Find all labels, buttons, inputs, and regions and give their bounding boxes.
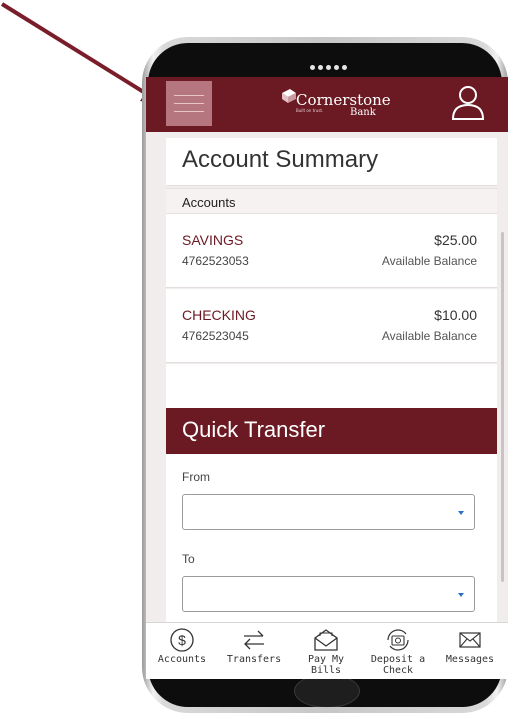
accounts-header: Accounts: [166, 188, 497, 214]
phone-frame: Cornerstone Built on trust. Bank Account…: [142, 37, 508, 713]
page-title: Account Summary: [182, 146, 379, 173]
svg-text:$: $: [178, 632, 186, 648]
tab-label: Transfers: [226, 654, 282, 665]
bill-envelope-icon: [314, 629, 338, 651]
bank-logo: Cornerstone Built on trust. Bank: [280, 87, 391, 121]
bottom-tab-bar: $ Accounts Transfers Pay My Bills Deposi…: [146, 622, 508, 679]
main-content: Account Summary Accounts SAVINGS 4762523…: [146, 132, 508, 622]
account-name[interactable]: CHECKING: [182, 307, 256, 323]
account-row-checking[interactable]: CHECKING 4762523045 $10.00 Available Bal…: [166, 289, 497, 363]
to-select[interactable]: [182, 576, 475, 612]
tab-deposit-check[interactable]: Deposit a Check: [362, 623, 434, 679]
account-name[interactable]: SAVINGS: [182, 232, 243, 248]
heading-fragment: [220, 0, 340, 8]
screenshot: Cornerstone Built on trust. Bank Account…: [0, 0, 517, 719]
accounts-header-label: Accounts: [182, 195, 236, 210]
quick-transfer-form: From To: [166, 454, 497, 622]
app-header: Cornerstone Built on trust. Bank: [146, 77, 508, 132]
brand-tagline: Built on trust.: [296, 108, 324, 113]
tab-messages[interactable]: Messages: [434, 623, 506, 679]
scrollbar[interactable]: [501, 232, 504, 582]
transfer-arrows-icon: [244, 630, 264, 650]
from-select[interactable]: [182, 494, 475, 530]
chevron-down-icon: [458, 593, 464, 597]
tab-label: Pay My Bills: [307, 654, 345, 676]
quick-transfer-header: Quick Transfer: [166, 408, 497, 454]
account-number: 4762523053: [182, 254, 249, 268]
quick-transfer-title: Quick Transfer: [182, 417, 326, 442]
tab-label: Messages: [445, 654, 495, 665]
account-row-savings[interactable]: SAVINGS 4762523053 $25.00 Available Bala…: [166, 214, 497, 288]
from-label: From: [182, 470, 210, 484]
to-label: To: [182, 552, 195, 566]
brand-sub: Bank: [350, 107, 376, 118]
tab-transfers[interactable]: Transfers: [218, 623, 290, 679]
balance-label: Available Balance: [381, 329, 477, 343]
dollar-circle-icon: $: [170, 628, 194, 652]
mail-icon: [459, 632, 481, 648]
tab-label: Deposit a Check: [370, 654, 426, 676]
camera-deposit-icon: [387, 629, 409, 651]
account-balance: $25.00: [434, 232, 477, 248]
accounts-footer: [166, 364, 497, 412]
speaker-dots: [310, 65, 350, 71]
account-balance: $10.00: [434, 307, 477, 323]
chevron-down-icon: [458, 511, 464, 515]
title-card: Account Summary: [166, 138, 497, 186]
balance-label: Available Balance: [381, 254, 477, 268]
hamburger-menu-icon[interactable]: [166, 81, 212, 126]
app-screen: Cornerstone Built on trust. Bank Account…: [146, 77, 508, 679]
user-profile-icon[interactable]: [448, 83, 488, 123]
account-number: 4762523045: [182, 329, 249, 343]
tab-accounts[interactable]: $ Accounts: [146, 623, 218, 679]
brand-name: Cornerstone: [296, 91, 391, 109]
tab-label: Accounts: [157, 654, 207, 665]
tab-pay-bills[interactable]: Pay My Bills: [290, 623, 362, 679]
